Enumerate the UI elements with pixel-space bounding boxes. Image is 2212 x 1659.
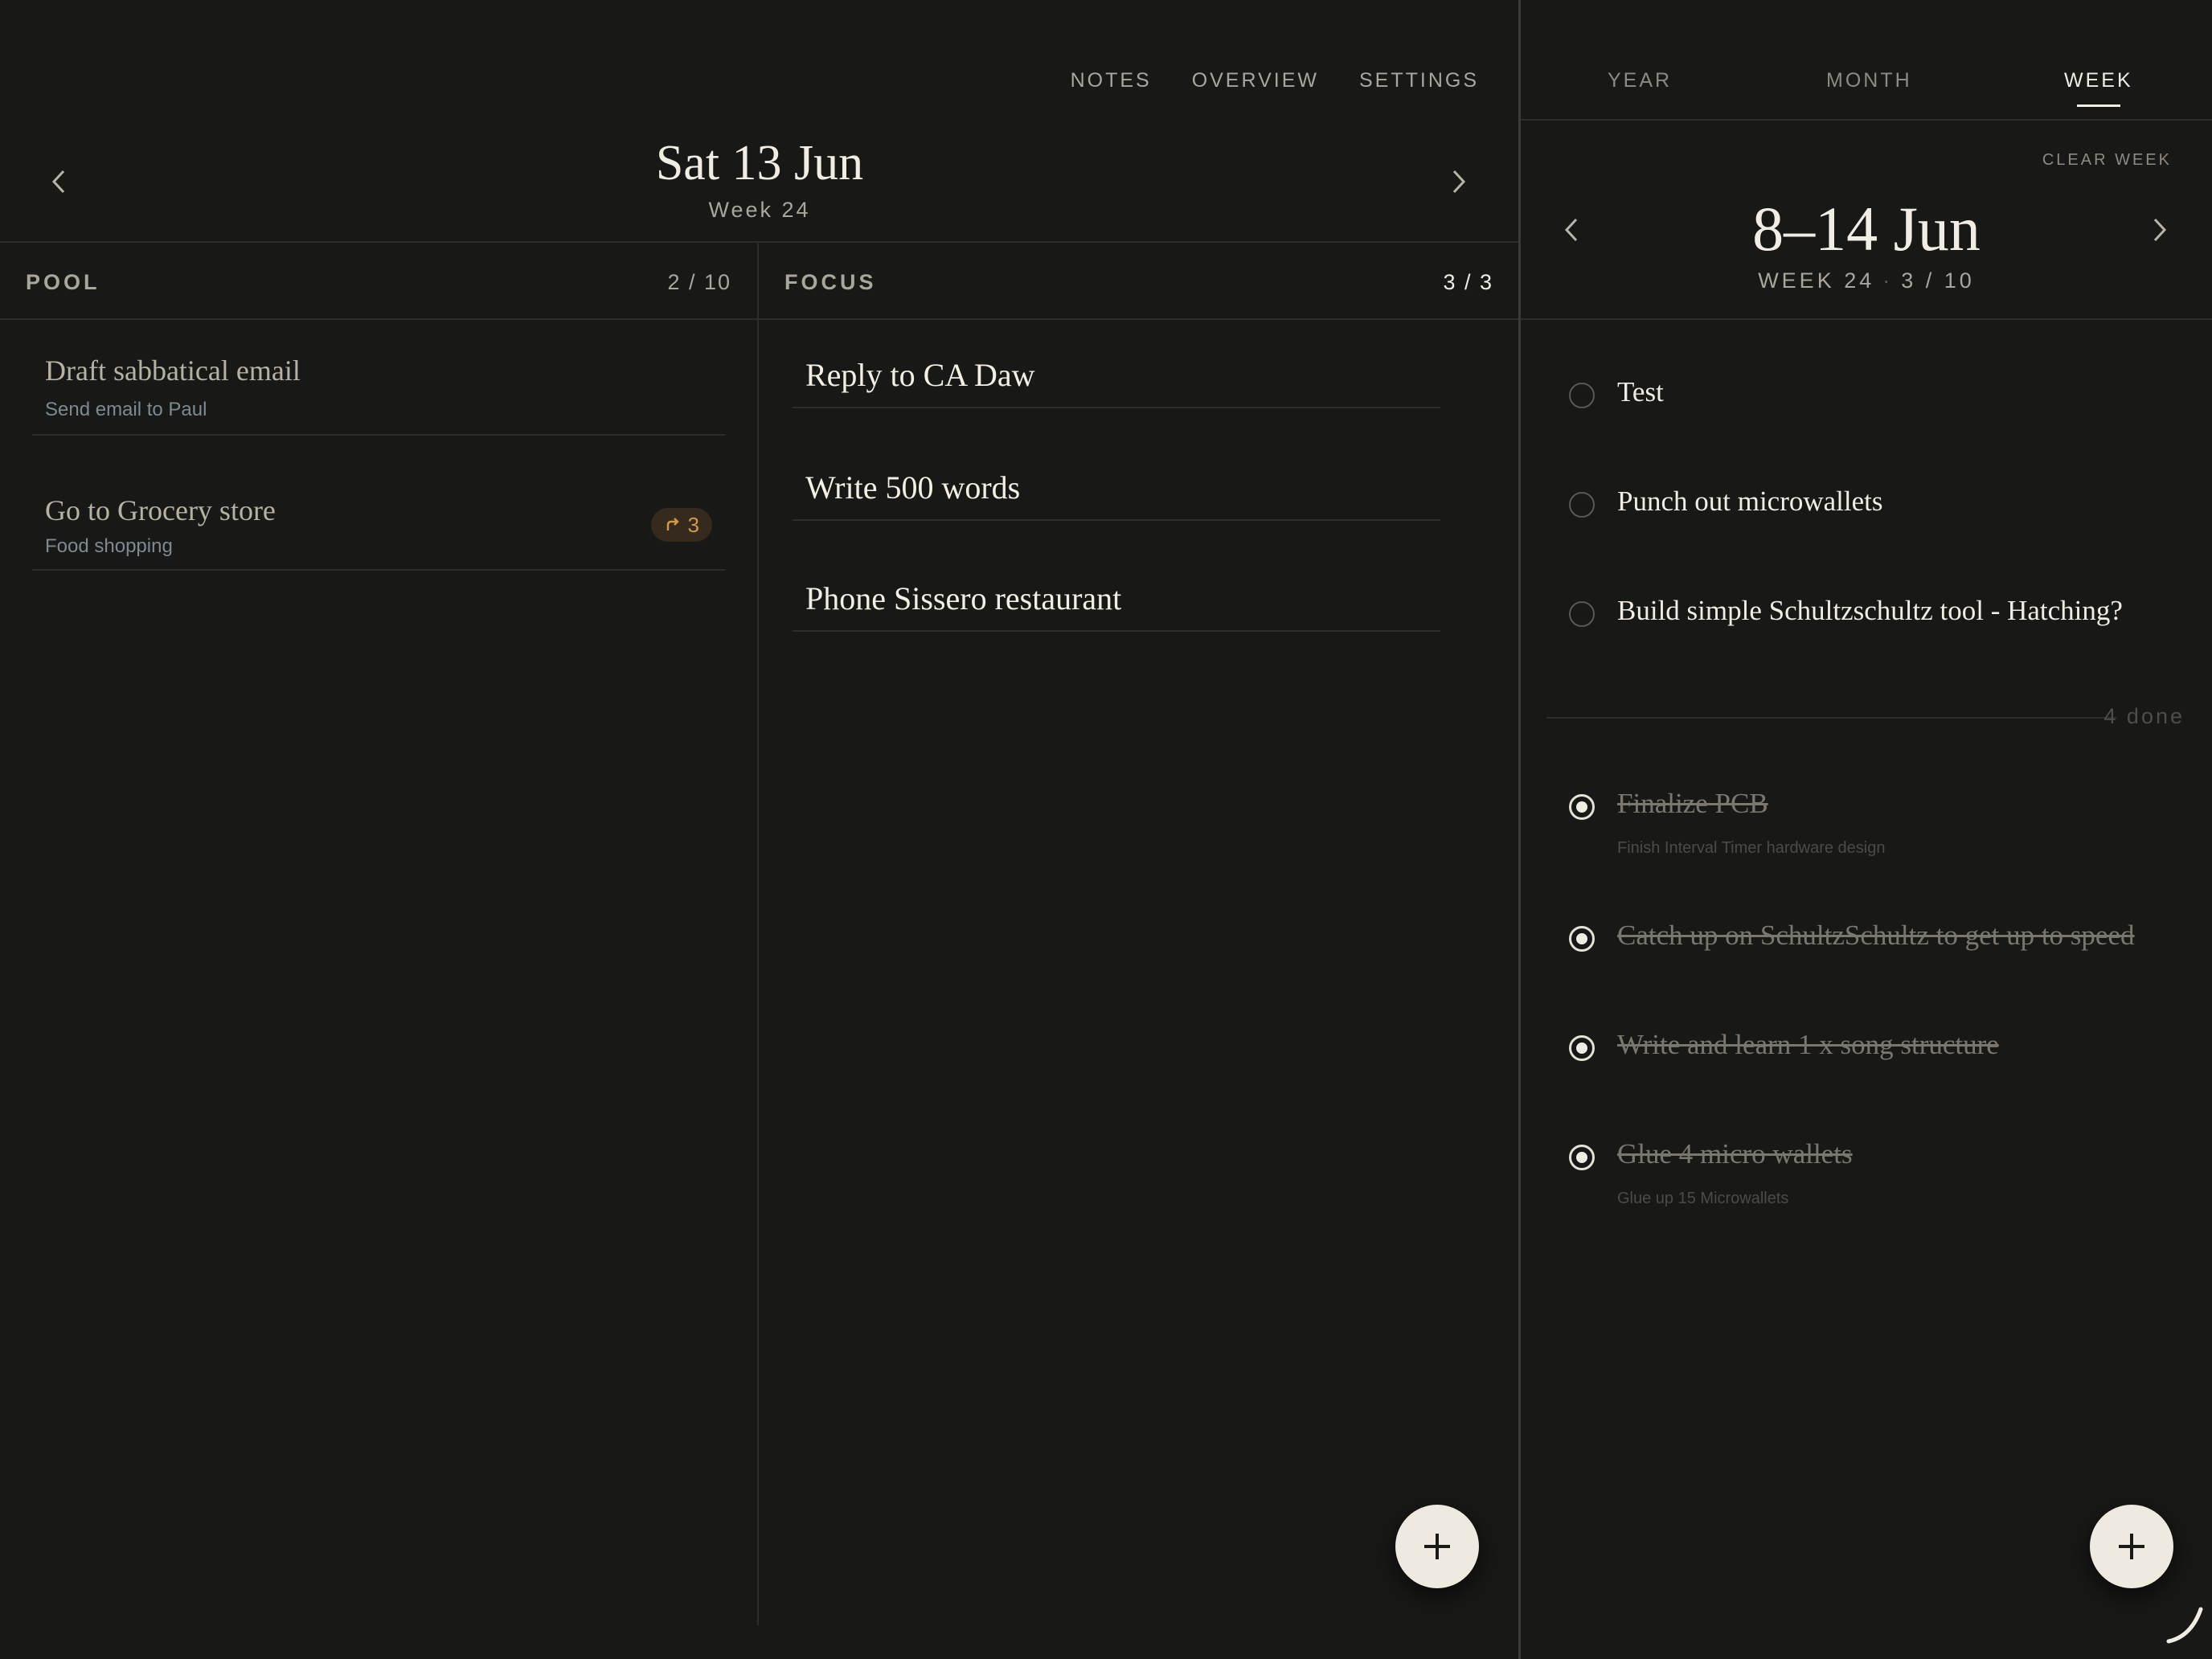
focus-item[interactable]: Reply to CA Daw bbox=[793, 357, 1440, 408]
task-title: Catch up on SchultzSchultz to get up to … bbox=[1617, 920, 2135, 951]
done-separator bbox=[1546, 717, 2117, 719]
plus-icon bbox=[2119, 1534, 2144, 1559]
pool-item-title: Go to Grocery store bbox=[45, 494, 276, 526]
task-checkbox-checked[interactable] bbox=[1569, 926, 1595, 952]
pool-header: POOL 2 / 10 bbox=[0, 243, 757, 320]
nav-notes[interactable]: NOTES bbox=[1071, 69, 1152, 92]
period-tabs: YEAR MONTH WEEK bbox=[1521, 0, 2212, 121]
resize-handle-icon[interactable] bbox=[2164, 1604, 2206, 1646]
task-checkbox[interactable] bbox=[1569, 492, 1595, 518]
task-title: Write and learn 1 x song structure bbox=[1617, 1029, 1999, 1060]
repeat-count: 3 bbox=[687, 512, 699, 537]
focus-column: FOCUS 3 / 3 Reply to CA Daw Write 500 wo… bbox=[759, 243, 1519, 1625]
focus-count: 3 / 3 bbox=[1443, 270, 1493, 294]
focus-item-title: Reply to CA Daw bbox=[805, 357, 1035, 393]
focus-header: FOCUS 3 / 3 bbox=[759, 243, 1519, 320]
repeat-badge[interactable]: 3 bbox=[650, 508, 712, 542]
next-week-button[interactable] bbox=[2135, 206, 2183, 254]
day-title: Sat 13 Jun bbox=[655, 136, 864, 190]
nav-overview[interactable]: OVERVIEW bbox=[1192, 69, 1319, 92]
done-count-label: 4 done bbox=[2103, 704, 2185, 728]
tab-week[interactable]: WEEK bbox=[2064, 69, 2133, 107]
chevron-right-icon bbox=[2153, 218, 2167, 242]
task-title: Test bbox=[1617, 376, 1664, 408]
task-checkbox[interactable] bbox=[1569, 383, 1595, 408]
task-subtitle: Finish Interval Timer hardware design bbox=[1617, 839, 1886, 857]
pool-title: POOL bbox=[26, 270, 100, 294]
daily-pane: NOTES OVERVIEW SETTINGS Sat 13 Jun Week … bbox=[0, 0, 1519, 1659]
add-task-button[interactable] bbox=[1395, 1505, 1479, 1588]
task-checkbox-checked[interactable] bbox=[1569, 1145, 1595, 1170]
week-label: WEEK 24 bbox=[1758, 268, 1875, 293]
focus-item-title: Phone Sissero restaurant bbox=[805, 580, 1122, 616]
pool-item[interactable]: Go to Grocery store Food shopping 3 bbox=[32, 436, 725, 571]
focus-item-title: Write 500 words bbox=[805, 469, 1021, 506]
repeat-icon bbox=[666, 518, 679, 530]
pool-item[interactable]: Draft sabbatical email Send email to Pau… bbox=[32, 320, 725, 436]
next-day-button[interactable] bbox=[1434, 158, 1482, 206]
focus-item[interactable]: Phone Sissero restaurant bbox=[793, 580, 1440, 632]
divider-line bbox=[1521, 318, 2212, 320]
day-week-label: Week 24 bbox=[708, 198, 811, 222]
week-count: 3 / 10 bbox=[1901, 268, 1975, 293]
task-title: Build simple Schultzschultz tool - Hatch… bbox=[1617, 595, 2123, 626]
task-checkbox-checked[interactable] bbox=[1569, 794, 1595, 820]
pool-item-title: Draft sabbatical email bbox=[45, 354, 301, 387]
pool-column: POOL 2 / 10 Draft sabbatical email Send … bbox=[0, 243, 759, 1625]
task-checkbox[interactable] bbox=[1569, 601, 1595, 627]
pool-item-subtitle: Food shopping bbox=[45, 535, 173, 557]
chevron-right-icon bbox=[1452, 170, 1466, 194]
week-title: 8–14 Jun bbox=[1752, 194, 1981, 264]
focus-item[interactable]: Write 500 words bbox=[793, 469, 1440, 521]
task-subtitle: Glue up 15 Microwallets bbox=[1617, 1190, 1789, 1207]
tab-year[interactable]: YEAR bbox=[1608, 69, 1672, 92]
pool-item-subtitle: Send email to Paul bbox=[45, 399, 207, 420]
tab-month[interactable]: MONTH bbox=[1826, 69, 1912, 92]
task-title: Finalize PCB bbox=[1617, 788, 1768, 819]
add-week-task-button[interactable] bbox=[2090, 1505, 2173, 1588]
pool-count: 2 / 10 bbox=[667, 270, 731, 294]
week-pane: YEAR MONTH WEEK CLEAR WEEK 8–14 Jun WEEK… bbox=[1521, 0, 2212, 1659]
task-title: Glue 4 micro wallets bbox=[1617, 1138, 1853, 1169]
task-title: Punch out microwallets bbox=[1617, 485, 1883, 517]
day-header: Sat 13 Jun Week 24 bbox=[0, 129, 1519, 243]
plus-icon bbox=[1424, 1534, 1450, 1559]
clear-week-button[interactable]: CLEAR WEEK bbox=[2042, 151, 2172, 170]
focus-title: FOCUS bbox=[784, 270, 877, 294]
separator-dot: · bbox=[1882, 268, 1894, 293]
top-nav: NOTES OVERVIEW SETTINGS bbox=[1071, 69, 1479, 92]
task-checkbox-checked[interactable] bbox=[1569, 1035, 1595, 1061]
nav-settings[interactable]: SETTINGS bbox=[1359, 69, 1479, 92]
week-subtitle: WEEK 24 · 3 / 10 bbox=[1521, 268, 2212, 293]
